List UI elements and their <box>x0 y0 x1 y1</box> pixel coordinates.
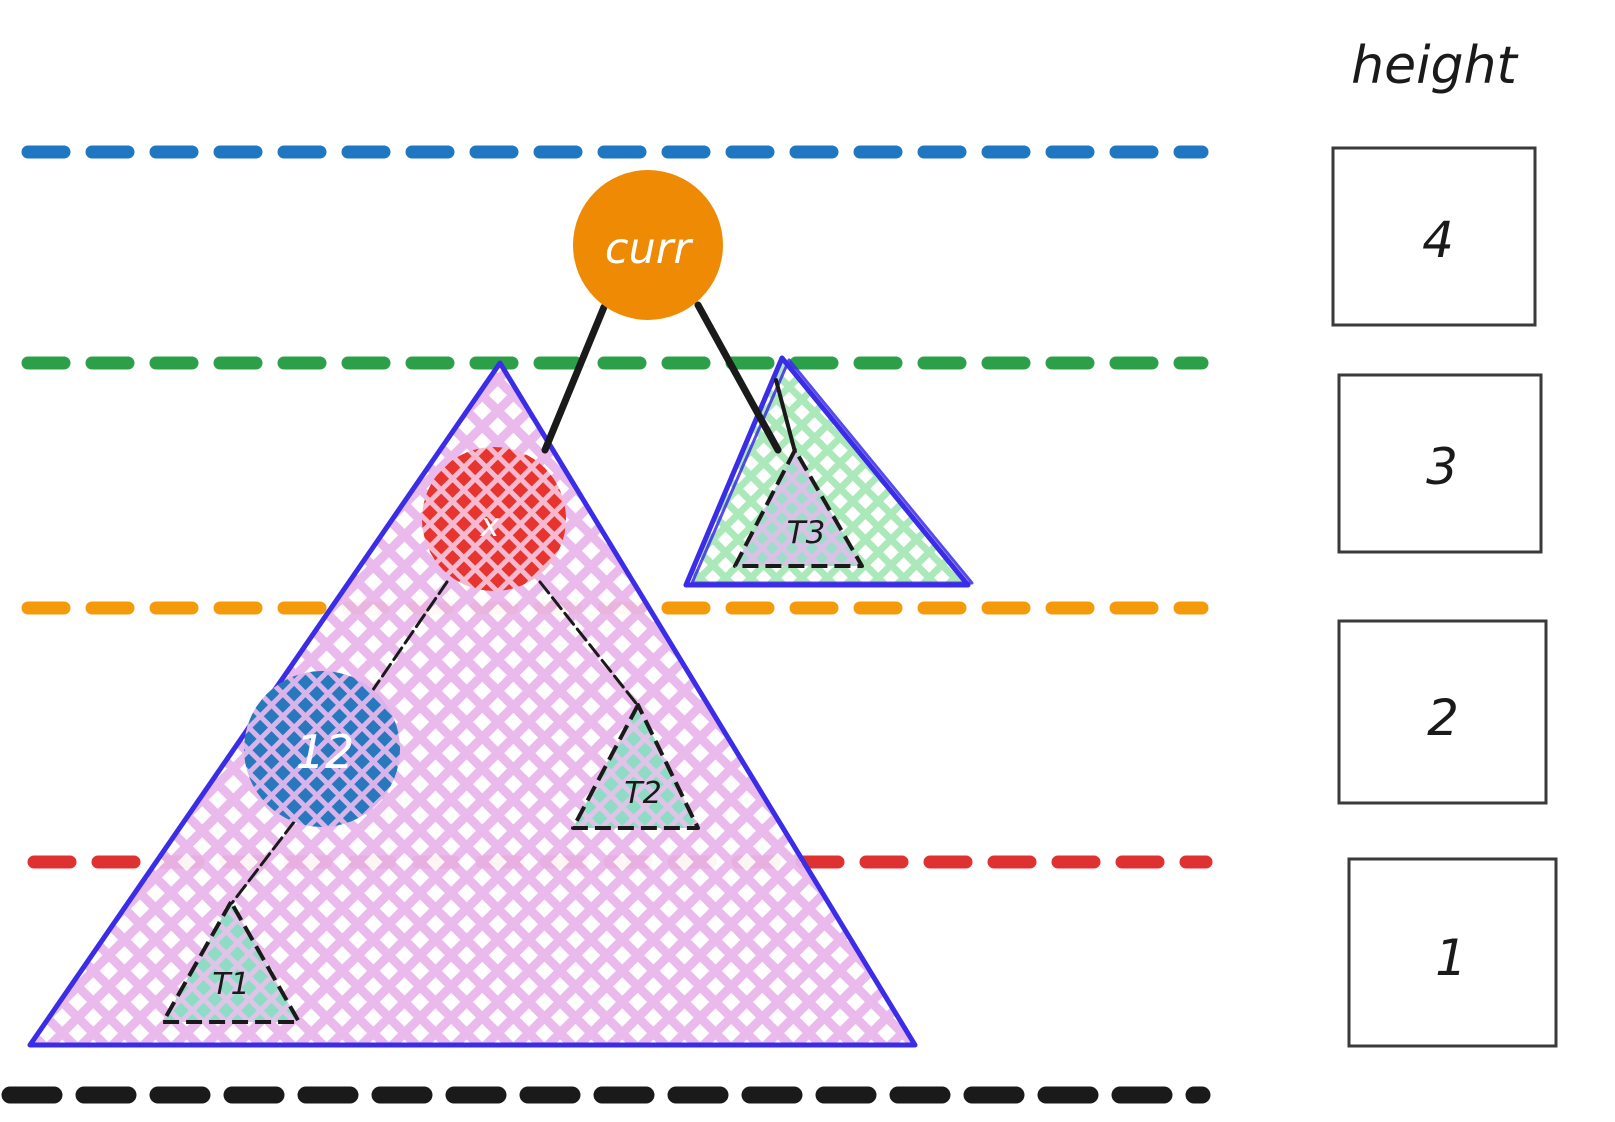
edge-curr-to-t3 <box>694 301 782 454</box>
legend-box-3-value: 3 <box>1426 438 1458 496</box>
diagram-canvas: T3 T2 T1 x 12 curr height 4 3 2 1 <box>0 0 1615 1122</box>
legend-box-3: 3 <box>1337 373 1543 554</box>
legend-box-2: 2 <box>1337 619 1548 805</box>
node-x[interactable]: x <box>422 447 566 591</box>
node-curr[interactable]: curr <box>573 170 723 320</box>
edge-curr-to-x <box>541 303 608 454</box>
node-t12-label: 12 <box>296 725 355 779</box>
subtree-t2-label: T2 <box>624 776 661 811</box>
diagram-svg: T3 T2 T1 x 12 curr height 4 3 2 1 <box>1 36 1558 1104</box>
node-x-label: x <box>480 506 501 544</box>
node-curr-label: curr <box>605 224 694 274</box>
legend-box-1-value: 1 <box>1435 929 1467 987</box>
legend-box-4: 4 <box>1331 146 1537 327</box>
legend-heading: height <box>1351 36 1518 96</box>
legend-box-2-value: 2 <box>1427 689 1459 747</box>
legend-panel: height 4 3 2 1 <box>1331 36 1558 1048</box>
legend-box-4-value: 4 <box>1422 211 1454 269</box>
subtree-t3-label: T3 <box>787 515 826 551</box>
node-t12[interactable]: 12 <box>244 671 400 827</box>
legend-box-1: 1 <box>1347 857 1558 1048</box>
subtree-t1-label: T1 <box>212 967 249 1002</box>
